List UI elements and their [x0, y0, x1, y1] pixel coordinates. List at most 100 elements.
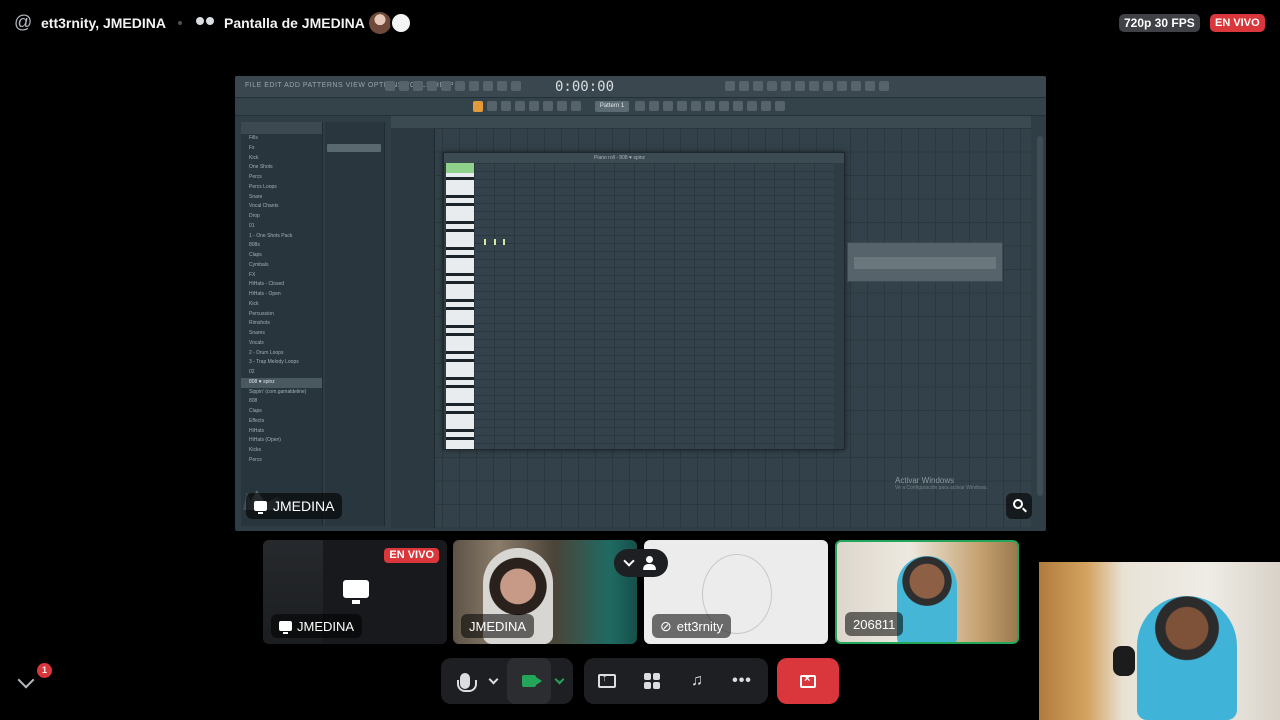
piano-keys — [446, 163, 474, 449]
fl-browser-item: Percs — [249, 174, 262, 180]
fl-browser-item: 808 ♥ spinz — [241, 377, 322, 388]
fl-browser-item: 3 - Trap Melody Loops — [249, 359, 299, 366]
fl-browser-header — [241, 122, 322, 134]
fl-floating-window — [847, 242, 1003, 282]
fl-time-display: 0:00:00 — [555, 79, 615, 95]
window-buttons — [635, 101, 785, 113]
piano-roll-marker — [446, 163, 474, 173]
zoom-button[interactable] — [1006, 493, 1032, 519]
channel-name[interactable]: ett3rnity, JMEDINA — [41, 15, 166, 31]
participant-tile-speaking[interactable]: 206811 — [835, 540, 1019, 644]
fl-menubar: FILE EDIT ADD PATTERNS VIEW OPTIONS TOOL… — [235, 76, 1046, 98]
fl-channel-rack — [325, 122, 385, 526]
screen-share-icon — [279, 621, 292, 634]
studio-microphone — [1113, 646, 1135, 676]
fl-orange-button — [473, 101, 483, 112]
participant-video — [897, 556, 957, 642]
live-badge: EN VIVO — [1210, 14, 1265, 32]
fl-browser-list: Fills Fx Kick One Shots Percs Percs Loops Snar… — [241, 134, 322, 466]
fl-browser-item: Kick — [249, 300, 259, 307]
fl-browser-item: 2 - Drum Loops — [249, 349, 284, 356]
soundboard-button[interactable]: ♫ — [682, 658, 712, 704]
dm-at-icon: @ — [14, 12, 33, 32]
fl-browser-item: HiHats — [249, 427, 265, 434]
fl-track-names — [391, 128, 435, 528]
mic-options-button[interactable] — [485, 658, 501, 704]
fl-channel-button — [327, 144, 381, 152]
quality-badge: 720p 30 FPS — [1119, 14, 1200, 32]
camera-icon — [522, 675, 542, 687]
collapse-chevron-icon[interactable] — [17, 671, 35, 689]
fl-browser-item: Percs — [249, 456, 262, 463]
camera-button[interactable] — [507, 658, 551, 704]
share-screen-button[interactable] — [592, 658, 622, 704]
participant-label: ⊘ ett3rnity — [652, 614, 731, 638]
stream-off-icon: ⊘ — [660, 617, 672, 634]
participant-tile-stream[interactable]: EN VIVO JMEDINA — [263, 540, 447, 644]
piano-roll-title: Piano roll - 808 ♥ spinz — [444, 153, 844, 163]
participant-name: 206811 — [853, 616, 896, 632]
self-camera-preview[interactable] — [1039, 562, 1280, 720]
stream-icon — [196, 15, 216, 27]
monitor-icon — [343, 580, 369, 604]
activity-controls: ♫ ••• — [584, 658, 768, 704]
people-icon[interactable] — [642, 556, 658, 570]
fl-browser-item: 808 — [249, 398, 258, 405]
tool-buttons — [725, 81, 889, 93]
viewer-avatar[interactable] — [369, 12, 391, 34]
fl-browser-item: Percs Loops — [249, 183, 277, 190]
more-icon: ••• — [732, 672, 752, 689]
viewer-avatar[interactable] — [390, 12, 412, 34]
fl-browser-item: Percussion — [249, 310, 274, 317]
fl-browser-item: 01 — [249, 222, 255, 229]
piano-roll-grid — [474, 163, 834, 449]
fl-browser-item: Cymbals — [249, 261, 269, 268]
fl-browser-item: Vocals — [249, 339, 264, 346]
leave-call-icon — [800, 673, 816, 688]
fl-browser-item: 808s — [249, 242, 260, 249]
soundboard-icon: ♫ — [691, 672, 703, 689]
activities-button[interactable] — [637, 658, 667, 704]
watermark-title: Activar Windows — [895, 476, 955, 485]
tile-hover-controls[interactable] — [614, 549, 668, 577]
chevron-down-icon[interactable] — [622, 555, 635, 567]
self-video — [1137, 596, 1237, 720]
windows-activation-watermark: Activar Windows Ve a Configuración para … — [895, 476, 988, 491]
camera-options-button[interactable] — [551, 658, 567, 704]
fl-browser-item: Snare — [249, 193, 263, 200]
audio-video-controls — [441, 658, 573, 704]
main-stream-label: JMEDINA — [246, 493, 343, 519]
fl-browser-item: HiHats - Open — [249, 291, 281, 297]
stream-title: Pantalla de JMEDINA — [224, 15, 365, 31]
watermark-subtitle: Ve a Configuración para activar Windows. — [895, 485, 988, 491]
fl-browser-item: Kick — [249, 154, 259, 161]
fl-browser-item: One Shots — [249, 164, 273, 171]
participant-label: JMEDINA — [461, 614, 535, 638]
screen-share-icon — [254, 501, 267, 514]
snap-buttons — [487, 101, 581, 113]
participant-label: JMEDINA — [271, 614, 363, 638]
more-options-button[interactable]: ••• — [727, 658, 757, 704]
piano-roll-window: Piano roll - 808 ♥ spinz — [443, 152, 845, 450]
leave-call-button[interactable] — [777, 658, 839, 704]
fl-browser-item: FX — [249, 271, 256, 278]
piano-roll-note — [494, 239, 496, 245]
separator-dot — [178, 21, 182, 25]
fl-browser-item: Kicks — [249, 447, 261, 453]
fl-browser-item: Effects — [249, 417, 265, 424]
top-bar: @ ett3rnity, JMEDINA Pantalla de JMEDINA… — [0, 0, 1280, 46]
main-stream-username: JMEDINA — [273, 498, 335, 514]
fl-browser-item: Fx — [249, 144, 255, 151]
participant-tile-avatar[interactable]: ⊘ ett3rnity — [644, 540, 828, 644]
transport-buttons — [385, 81, 521, 93]
fl-browser-item: Claps — [249, 408, 262, 414]
fl-browser-item: Rimshots — [249, 320, 270, 327]
fl-browser-item: HiHats (Open) — [249, 437, 281, 444]
fl-browser-item: Vocal Chants — [249, 203, 279, 210]
piano-roll-note — [484, 239, 486, 245]
chevron-down-icon — [488, 674, 498, 684]
mute-button[interactable] — [453, 658, 477, 704]
main-stream-view[interactable]: FILE EDIT ADD PATTERNS VIEW OPTIONS TOOL… — [235, 76, 1046, 531]
participant-tile-camera[interactable]: JMEDINA — [453, 540, 637, 644]
fl-playlist-ruler — [391, 116, 1031, 128]
